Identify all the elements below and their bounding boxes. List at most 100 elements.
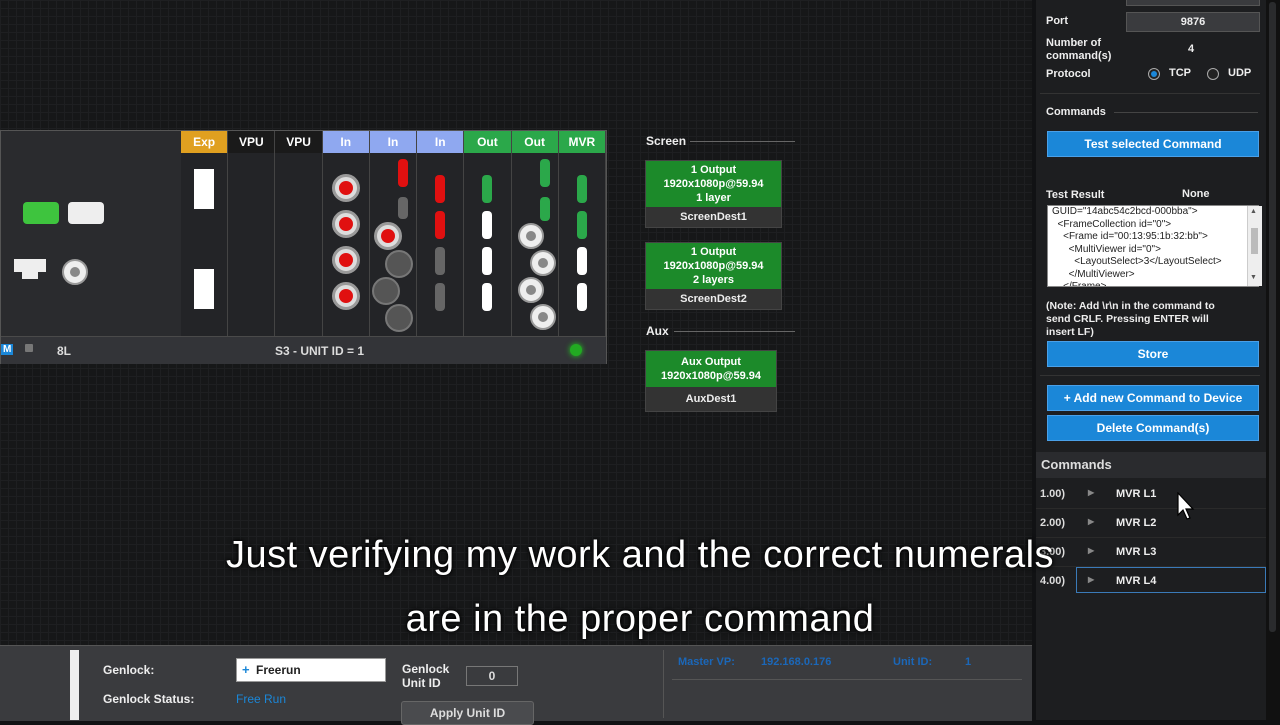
slot-label: VPU: [275, 131, 322, 153]
unit-id-value: 1: [965, 656, 972, 668]
slot-out-2[interactable]: Out: [511, 131, 559, 336]
screen-dest-1[interactable]: 1 Output 1920x1080p@59.94 1 layer Screen…: [645, 160, 782, 228]
genlock-status-label: Genlock Status:: [103, 692, 195, 706]
sdi-input-port[interactable]: [331, 282, 360, 310]
udp-radio[interactable]: [1207, 68, 1219, 80]
test-result-value: None: [1182, 188, 1210, 200]
genlock-label: Genlock:: [103, 663, 155, 677]
bnc-output-port[interactable]: [517, 277, 544, 303]
slot-vpu-1[interactable]: VPU: [228, 131, 276, 336]
mouse-cursor-icon: [1177, 492, 1195, 520]
slot-label: In: [369, 131, 417, 153]
input-bar: [435, 247, 446, 275]
input-bar[interactable]: [397, 159, 408, 187]
bnc-output-port[interactable]: [517, 223, 544, 249]
exp-connector: [194, 169, 214, 209]
plus-icon: +: [242, 662, 250, 677]
output-bar[interactable]: [482, 283, 493, 311]
command-index: 2.00): [1040, 517, 1066, 529]
genlock-unit-field[interactable]: 0: [466, 666, 518, 686]
command-textarea[interactable]: GUID="14abc54c2bcd-000bba"> <FrameCollec…: [1047, 205, 1259, 287]
command-name: MVR L2: [1116, 517, 1157, 529]
dest-outputs: 1 Output: [690, 246, 737, 258]
dest-outputs: 1 Output: [690, 164, 737, 176]
chassis-tag: M: [1, 344, 14, 355]
output-bar[interactable]: [482, 211, 493, 239]
slot-vpu-2[interactable]: VPU: [275, 131, 323, 336]
store-button[interactable]: Store: [1047, 341, 1259, 367]
num-commands-value: 4: [1188, 43, 1195, 55]
slot-in-2[interactable]: In: [369, 131, 418, 336]
bnc-output-port[interactable]: [529, 304, 556, 330]
lock-icon: [25, 344, 33, 352]
green-port-icon: [23, 202, 59, 224]
slot-label: In: [417, 131, 464, 153]
commands-list-header: Commands: [1036, 452, 1266, 478]
delete-commands-button[interactable]: Delete Command(s): [1047, 415, 1259, 441]
textarea-scrollbar[interactable]: ▲ ▼: [1247, 206, 1262, 286]
genlock-select[interactable]: + Freerun: [236, 658, 386, 682]
num-commands-label: Number of command(s): [1046, 37, 1112, 62]
slot-label: Out: [511, 131, 558, 153]
slot-label: MVR: [558, 131, 605, 153]
slot-label: Out: [464, 131, 511, 153]
master-vp-value: 192.168.0.176: [761, 656, 832, 668]
chassis-size: 8L: [57, 344, 72, 358]
sdi-input-port[interactable]: [331, 210, 360, 238]
bnc-port-icon: [62, 259, 88, 285]
subtitle-line-2: are in the proper command: [405, 598, 875, 640]
genlock-bar: Genlock: + Freerun Genlock Status: Free …: [0, 645, 1032, 725]
commands-section-label: Commands: [1046, 106, 1106, 118]
slot-in-3[interactable]: In: [417, 131, 465, 336]
slot-out-1[interactable]: Out: [464, 131, 512, 336]
exp-connector: [194, 269, 214, 309]
mvr-bar[interactable]: [576, 283, 587, 311]
input-bar[interactable]: [435, 175, 446, 203]
output-bar[interactable]: [539, 159, 550, 187]
expand-arrow-icon[interactable]: ▶: [1088, 517, 1094, 526]
tcp-radio[interactable]: [1148, 68, 1160, 80]
master-vp-label: Master VP:: [678, 656, 735, 668]
sdi-input-port[interactable]: [331, 246, 360, 274]
input-bar: [397, 197, 408, 219]
chassis-unit[interactable]: Exp VPU VPU In In In Out Out MVR M 8L S3…: [0, 130, 607, 364]
dest-layers: 1 layer: [696, 192, 731, 204]
slot-mvr[interactable]: MVR: [558, 131, 606, 336]
sdi-input-port[interactable]: [331, 174, 360, 202]
commands-list-title: Commands: [1041, 457, 1112, 472]
inactive-port: [371, 277, 400, 305]
test-command-button[interactable]: Test selected Command: [1047, 131, 1259, 157]
dest-outputs: Aux Output: [681, 356, 741, 368]
bnc-output-port[interactable]: [529, 250, 556, 276]
ip-address-field[interactable]: [1126, 0, 1260, 6]
apply-unit-id-button[interactable]: Apply Unit ID: [401, 701, 534, 725]
sdi-input-port[interactable]: [373, 222, 402, 250]
crlf-note: (Note: Add \r\n in the command to send C…: [1046, 300, 1215, 338]
mvr-bar[interactable]: [576, 211, 587, 239]
aux-dest-1[interactable]: Aux Output 1920x1080p@59.94 AuxDest1: [645, 350, 777, 412]
output-bar[interactable]: [482, 175, 493, 203]
dest-layers: 2 layers: [693, 274, 734, 286]
dest-format: 1920x1080p@59.94: [660, 370, 762, 382]
input-bar[interactable]: [435, 211, 446, 239]
dest-name: ScreenDest1: [680, 211, 747, 223]
expand-arrow-icon[interactable]: ▶: [1088, 488, 1094, 497]
output-bar[interactable]: [539, 197, 550, 221]
mvr-bar[interactable]: [576, 247, 587, 275]
dest-name: AuxDest1: [685, 393, 737, 405]
udp-label: UDP: [1228, 67, 1252, 79]
port-field[interactable]: 9876: [1126, 12, 1260, 32]
slot-in-1[interactable]: In: [322, 131, 370, 336]
command-name: MVR L1: [1116, 488, 1157, 500]
mvr-bar[interactable]: [576, 175, 587, 203]
slot-exp[interactable]: Exp: [181, 131, 229, 336]
ethernet-port-icon: [14, 259, 46, 279]
screen-dest-2[interactable]: 1 Output 1920x1080p@59.94 2 layers Scree…: [645, 242, 782, 310]
add-command-button[interactable]: + Add new Command to Device: [1047, 385, 1259, 411]
output-bar[interactable]: [482, 247, 493, 275]
slot-label: In: [322, 131, 369, 153]
command-row[interactable]: 1.00) ▶ MVR L1: [1036, 480, 1266, 509]
genlock-value: Freerun: [256, 663, 301, 677]
chassis-unit-id: S3 - UNIT ID = 1: [275, 344, 365, 358]
tcp-label: TCP: [1169, 67, 1191, 79]
